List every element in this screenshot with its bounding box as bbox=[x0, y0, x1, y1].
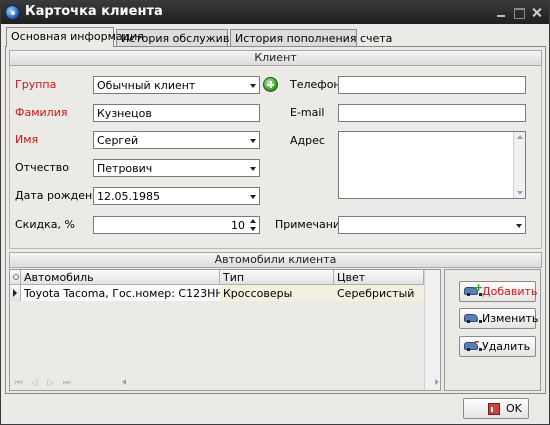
spin-icon[interactable] bbox=[249, 218, 257, 232]
minimize-icon[interactable] bbox=[493, 5, 509, 20]
discount-label: Скидка, % bbox=[15, 218, 75, 231]
discount-stepper[interactable]: 10 bbox=[93, 216, 260, 234]
discount-value: 10 bbox=[231, 219, 245, 232]
window-title: Карточка клиента bbox=[25, 4, 163, 19]
car-add-icon bbox=[464, 281, 483, 296]
tab-payment-history[interactable]: История пополнения счета bbox=[230, 29, 392, 47]
client-panel: Группа Обычный клиент Фамилия Кузнецов И… bbox=[9, 66, 542, 249]
client-card-window: Карточка клиента Основная информация Ист… bbox=[0, 0, 550, 425]
ok-label: OK bbox=[506, 402, 522, 415]
spin-up-icon[interactable] bbox=[250, 219, 256, 223]
exit-icon bbox=[488, 403, 500, 415]
last-name-label: Фамилия bbox=[15, 106, 68, 119]
patronymic-select[interactable]: Петрович bbox=[93, 159, 260, 177]
scroll-right-icon[interactable] bbox=[435, 379, 439, 385]
table-row[interactable]: Toyota Tacoma, Гос.номер: С123НН Кроссов… bbox=[10, 285, 424, 301]
edit-car-button[interactable]: Изменить bbox=[459, 308, 539, 329]
delete-car-label: Удалить bbox=[482, 340, 531, 353]
add-car-button[interactable]: Добавить bbox=[459, 281, 538, 302]
delete-car-button[interactable]: Удалить bbox=[459, 335, 536, 357]
phone-field[interactable] bbox=[338, 76, 526, 94]
next-record-icon[interactable]: ▷ bbox=[46, 379, 55, 388]
add-car-label: Добавить bbox=[482, 285, 538, 298]
last-name-value: Кузнецов bbox=[97, 107, 152, 120]
group-value: Обычный клиент bbox=[97, 79, 196, 92]
birth-date-value: 12.05.1985 bbox=[97, 190, 160, 203]
chevron-down-icon bbox=[250, 84, 256, 88]
address-textarea[interactable] bbox=[338, 131, 526, 199]
last-name-field[interactable]: Кузнецов bbox=[93, 104, 260, 122]
add-group-icon[interactable] bbox=[263, 77, 278, 92]
email-label: E-mail bbox=[290, 106, 325, 119]
chevron-down-icon bbox=[516, 224, 522, 228]
first-name-value: Сергей bbox=[97, 134, 139, 147]
chevron-down-icon bbox=[250, 167, 256, 171]
cars-section-header: Автомобили клиента bbox=[9, 252, 542, 268]
email-field[interactable] bbox=[338, 104, 526, 122]
column-header-type[interactable]: Тип bbox=[220, 270, 334, 285]
address-label: Адрес bbox=[290, 134, 325, 147]
grid-indicator-header bbox=[10, 270, 21, 285]
group-select[interactable]: Обычный клиент bbox=[93, 76, 260, 94]
address-scrollbar[interactable] bbox=[513, 132, 525, 198]
first-name-label: Имя bbox=[15, 133, 39, 146]
chevron-down-icon bbox=[250, 139, 256, 143]
birth-date-picker[interactable]: 12.05.1985 bbox=[93, 187, 260, 205]
scroll-down-icon[interactable] bbox=[517, 191, 523, 195]
cars-button-panel: Добавить Изменить Удалить bbox=[444, 269, 541, 391]
patronymic-value: Петрович bbox=[97, 162, 153, 175]
tab-main-info[interactable]: Основная информация bbox=[6, 27, 144, 47]
prev-record-icon[interactable]: ◁ bbox=[30, 379, 39, 388]
close-icon[interactable] bbox=[529, 5, 545, 20]
last-record-icon[interactable]: ⏭ bbox=[62, 379, 71, 388]
grid-vertical-scrollbar[interactable] bbox=[424, 270, 440, 390]
car-delete-icon bbox=[464, 335, 482, 351]
chevron-down-icon bbox=[250, 195, 256, 199]
app-icon bbox=[5, 5, 20, 20]
tab-panel-main: Клиент Группа Обычный клиент Фамилия Куз… bbox=[5, 46, 546, 394]
column-header-color[interactable]: Цвет bbox=[334, 270, 424, 285]
ok-button[interactable]: OK bbox=[463, 398, 529, 419]
title-bar[interactable]: Карточка клиента bbox=[1, 1, 549, 24]
column-header-car[interactable]: Автомобиль bbox=[21, 270, 220, 285]
scroll-up-icon[interactable] bbox=[517, 135, 523, 139]
row-pointer-icon bbox=[10, 285, 21, 301]
note-label: Примечание bbox=[275, 218, 347, 231]
client-section-header: Клиент bbox=[9, 50, 542, 66]
cell-color[interactable]: Серебристый bbox=[334, 285, 424, 301]
cell-type[interactable]: Кроссоверы bbox=[220, 285, 334, 301]
spin-down-icon[interactable] bbox=[250, 227, 256, 231]
first-name-select[interactable]: Сергей bbox=[93, 131, 260, 149]
group-label: Группа bbox=[15, 78, 57, 91]
scroll-left-icon[interactable] bbox=[122, 379, 126, 385]
grid-navigator: ⏮ ◁ ▷ ⏭ bbox=[10, 376, 439, 390]
patronymic-label: Отчество bbox=[15, 161, 70, 174]
cell-car[interactable]: Toyota Tacoma, Гос.номер: С123НН bbox=[21, 285, 220, 301]
first-record-icon[interactable]: ⏮ bbox=[14, 379, 23, 388]
car-edit-icon bbox=[464, 314, 482, 323]
edit-car-label: Изменить bbox=[482, 312, 539, 325]
phone-label: Телефон bbox=[290, 78, 341, 91]
maximize-icon[interactable] bbox=[511, 5, 527, 20]
note-select[interactable] bbox=[338, 216, 526, 234]
cars-grid: Автомобиль Тип Цвет Toyota Tacoma, Гос.н… bbox=[9, 269, 441, 391]
